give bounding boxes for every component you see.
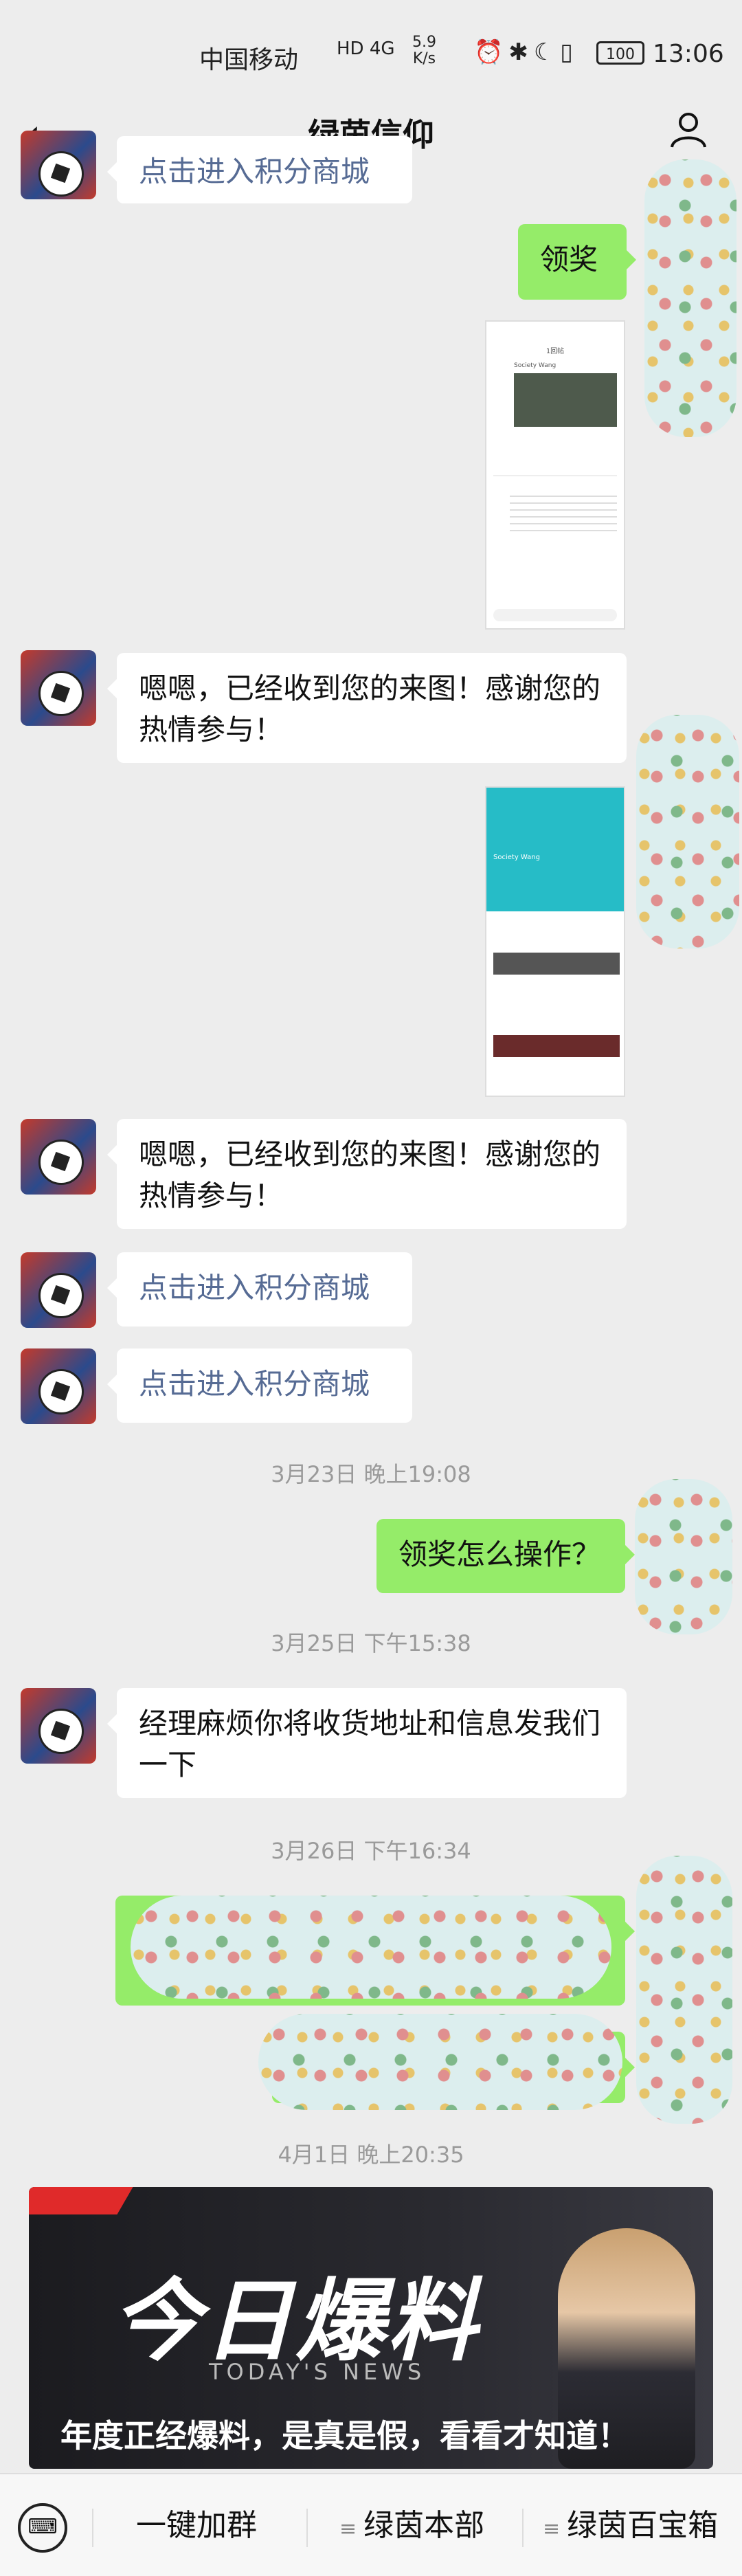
image-message[interactable]: Society Wang [485, 786, 625, 1097]
person-icon[interactable] [668, 109, 709, 150]
redacted-content [131, 1896, 611, 1999]
battery-icon: 100 [596, 41, 644, 65]
image-message[interactable]: 1回帖 Society Wang [485, 320, 625, 630]
avatar[interactable] [21, 1252, 96, 1328]
message-link-text: 点击进入积分商城 [139, 155, 370, 188]
menu-item-label: 绿茵百宝箱 [567, 2508, 719, 2543]
avatar[interactable] [21, 650, 96, 726]
timestamp: 3月23日 晚上19:08 [271, 1461, 471, 1487]
avatar[interactable] [21, 131, 96, 199]
timestamp: 3月25日 下午15:38 [271, 1630, 471, 1656]
avatar[interactable] [21, 1688, 96, 1764]
network-speed-unit: K/s [412, 50, 436, 67]
shot-card-1 [493, 953, 620, 975]
clock: 13:06 [653, 40, 724, 68]
shot-user: Society Wang [514, 362, 556, 369]
menu-item-headquarters[interactable]: ≡ 绿茵本部 [339, 2502, 484, 2550]
message-link[interactable]: 点击进入积分商城 [107, 1348, 412, 1423]
avatar[interactable] [21, 1119, 96, 1195]
network-speed-value: 5.9 [412, 34, 436, 51]
redacted-content [258, 2014, 622, 2110]
message-text-content: 领奖 [540, 243, 598, 276]
timestamp: 4月1日 晚上20:35 [278, 2142, 464, 2168]
menu-item-treasure-box[interactable]: ≡ 绿茵百宝箱 [543, 2502, 718, 2550]
message-text-content: 经理麻烦你将收货地址和信息发我们一下 [139, 1707, 601, 1781]
news-accent [29, 2187, 133, 2214]
message-text-content: 嗯嗯，已经收到您的来图！感谢您的热情参与！ [139, 1137, 601, 1212]
status-bar: 中国移动 HD 4G 5.9 K/s ⏰✱☾▯ 100 13:06 [0, 0, 742, 103]
shot-divider [493, 475, 617, 476]
menu-item-join-group[interactable]: 一键加群 [136, 2502, 257, 2550]
network-speed: 5.9 K/s [412, 34, 436, 67]
redacted-avatar [636, 715, 739, 948]
bottom-menu: ⌨ 一键加群 ≡ 绿茵本部 ≡ 绿茵百宝箱 [0, 2473, 742, 2576]
avatar[interactable] [21, 1348, 96, 1424]
redacted-avatar [635, 1479, 732, 1634]
menu-item-label: 一键加群 [136, 2508, 257, 2543]
message-link[interactable]: 点击进入积分商城 [107, 136, 412, 203]
shot-comment-lines [510, 490, 617, 531]
redacted-avatar [644, 159, 737, 437]
divider [306, 2509, 308, 2547]
carrier-label: 中国移动 [199, 46, 299, 74]
redacted-avatar [636, 1856, 732, 2124]
message-link-text: 点击进入积分商城 [139, 1271, 370, 1304]
keyboard-icon[interactable]: ⌨ [18, 2503, 67, 2553]
status-icons: ⏰✱☾▯ [474, 38, 579, 66]
menu-lines-icon: ≡ [339, 2517, 357, 2541]
message-link[interactable]: 点击进入积分商城 [107, 1252, 412, 1326]
shot-banner [486, 788, 624, 911]
divider [522, 2509, 524, 2547]
news-tagline: 年度正经爆料，是真是假，看看才知道！ [60, 2417, 629, 2454]
shot-image [514, 373, 617, 427]
message-text[interactable]: 嗯嗯，已经收到您的来图！感谢您的热情参与！ [107, 1119, 627, 1229]
message-text[interactable]: 领奖怎么操作？ [376, 1519, 635, 1593]
news-card[interactable]: 今日爆料 TODAY'S NEWS 年度正经爆料，是真是假，看看才知道！ [29, 2187, 713, 2469]
shot-card-2 [493, 1035, 620, 1057]
network-indicator: HD 4G [337, 38, 395, 59]
menu-lines-icon: ≡ [543, 2517, 561, 2541]
shot-title: 1回帖 [546, 348, 565, 355]
message-text[interactable]: 领奖 [518, 224, 636, 300]
menu-item-label: 绿茵本部 [363, 2508, 485, 2543]
shot-user: Society Wang [493, 854, 540, 861]
message-text-content: 嗯嗯，已经收到您的来图！感谢您的热情参与！ [139, 671, 601, 746]
divider [92, 2509, 93, 2547]
message-text-content: 领奖怎么操作？ [398, 1537, 601, 1571]
message-link-text: 点击进入积分商城 [139, 1367, 370, 1401]
message-text[interactable]: 经理麻烦你将收货地址和信息发我们一下 [107, 1688, 627, 1798]
timestamp: 3月26日 下午16:34 [271, 1838, 471, 1864]
shot-input [493, 609, 617, 621]
news-subtitle: TODAY'S NEWS [209, 2359, 426, 2385]
message-text[interactable]: 嗯嗯，已经收到您的来图！感谢您的热情参与！ [107, 653, 627, 763]
